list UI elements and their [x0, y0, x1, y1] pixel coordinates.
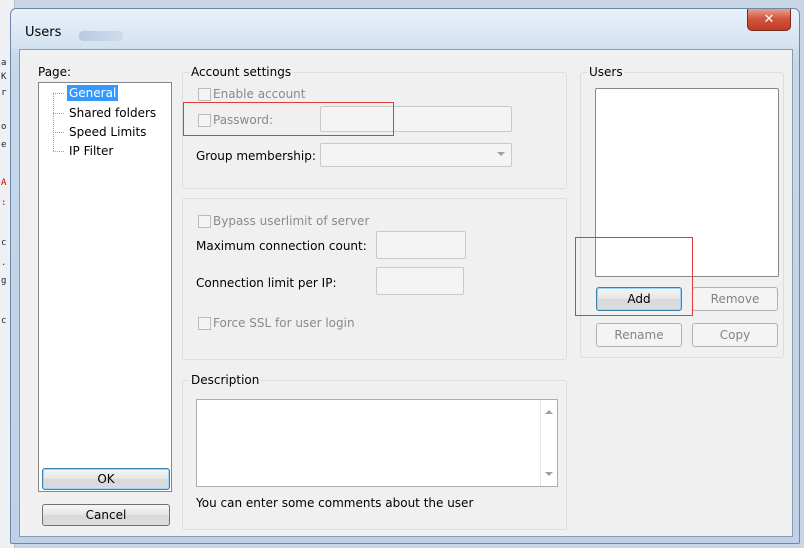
description-textarea[interactable]	[196, 399, 558, 487]
tree-lines	[53, 93, 54, 151]
page-label: Page:	[38, 65, 72, 79]
scroll-down-icon[interactable]	[545, 472, 553, 476]
window-title: Users	[25, 25, 62, 40]
scroll-up-icon[interactable]	[545, 410, 553, 414]
tree-item-speed-limits[interactable]: Speed Limits	[67, 124, 148, 140]
tree-line	[53, 132, 64, 133]
add-highlight-box	[575, 237, 693, 316]
rename-user-button[interactable]: Rename	[596, 323, 682, 347]
title-bar[interactable]: Users ✕	[11, 9, 799, 49]
connection-limit-per-ip-label: Connection limit per IP:	[196, 276, 337, 290]
max-connection-count-field[interactable]	[376, 231, 466, 259]
enable-account-checkbox[interactable]	[198, 88, 211, 101]
description-scrollbar[interactable]	[540, 400, 557, 486]
description-label: Description	[189, 373, 262, 387]
account-settings-label: Account settings	[189, 65, 294, 79]
group-membership-select[interactable]	[320, 143, 512, 167]
tree-item-general[interactable]: General	[67, 85, 119, 101]
users-group-label: Users	[587, 65, 625, 79]
cancel-button[interactable]: Cancel	[42, 504, 170, 526]
bypass-userlimit-label: Bypass userlimit of server	[213, 214, 370, 228]
connection-limit-per-ip-field[interactable]	[376, 267, 464, 295]
dialog-client-area: Page: General Shared folders Speed Limit…	[19, 49, 793, 537]
remove-user-button[interactable]: Remove	[692, 287, 778, 311]
force-ssl-label: Force SSL for user login	[213, 316, 355, 330]
max-connection-count-label: Maximum connection count:	[196, 239, 367, 253]
title-blur-decoration	[79, 31, 123, 41]
tree-line	[53, 151, 64, 152]
chevron-down-icon	[497, 152, 505, 156]
ok-button[interactable]: OK	[42, 468, 170, 490]
tree-line	[53, 93, 64, 94]
tree-item-ip-filter[interactable]: IP Filter	[67, 143, 115, 159]
enable-account-label: Enable account	[213, 87, 306, 101]
force-ssl-checkbox[interactable]	[198, 317, 211, 330]
users-dialog: Users ✕ Page: General Shared folders Spe…	[10, 8, 800, 544]
close-button[interactable]: ✕	[747, 9, 791, 31]
group-membership-label: Group membership:	[196, 149, 316, 163]
tree-line	[53, 113, 64, 114]
password-highlight-box	[183, 102, 394, 136]
copy-user-button[interactable]: Copy	[692, 323, 778, 347]
tree-item-shared-folders[interactable]: Shared folders	[67, 105, 158, 121]
description-hint: You can enter some comments about the us…	[196, 496, 474, 510]
bypass-userlimit-checkbox[interactable]	[198, 215, 211, 228]
page-tree[interactable]: General Shared folders Speed Limits IP F…	[38, 82, 172, 492]
close-icon: ✕	[763, 12, 775, 27]
